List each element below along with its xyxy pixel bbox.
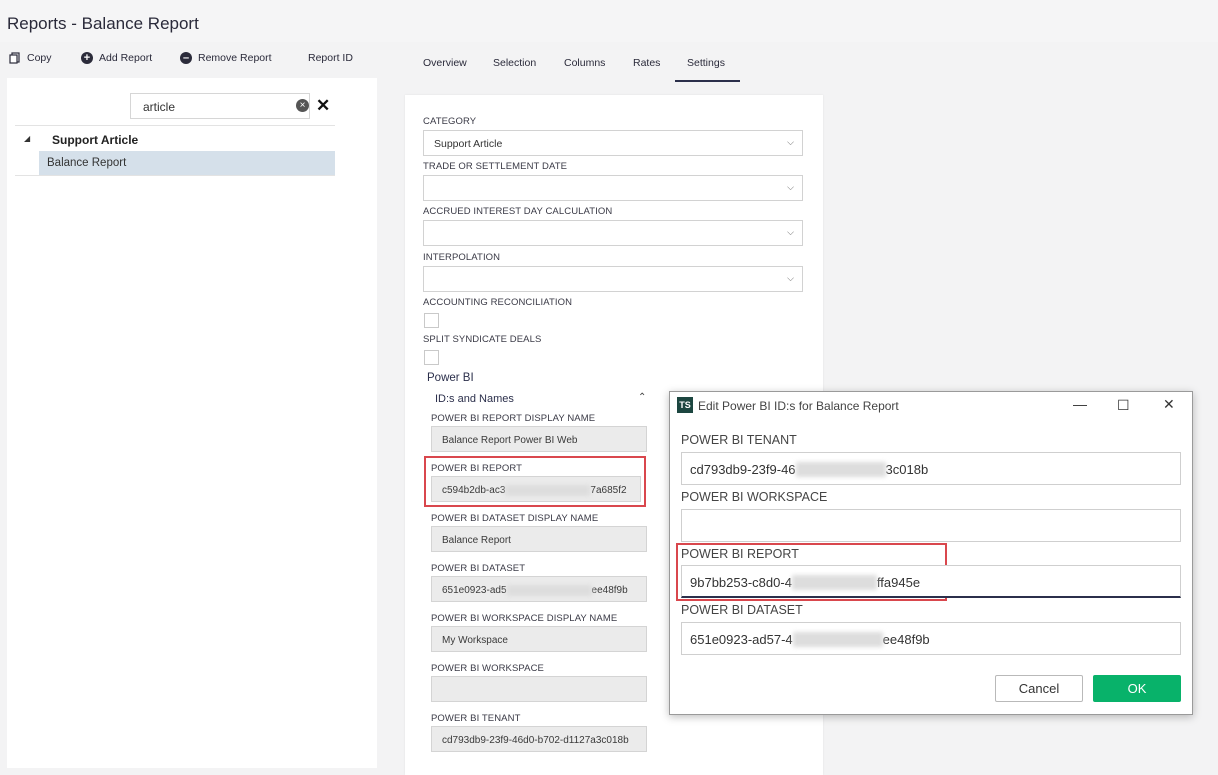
dataset-display-name-label: POWER BI DATASET DISPLAY NAME — [431, 513, 599, 524]
split-syndicate-label: SPLIT SYNDICATE DEALS — [423, 334, 542, 345]
dialog-tenant-label: POWER BI TENANT — [681, 433, 797, 447]
tenant-id-field: cd793db9-23f9-46d0-b702-d1127a3c018b — [431, 726, 647, 752]
tab-rates[interactable]: Rates — [633, 57, 660, 69]
dialog-dataset-end: ee48f9b — [882, 632, 930, 647]
report-tree-panel — [7, 78, 377, 768]
report-display-name-field: Balance Report Power BI Web — [431, 426, 647, 452]
add-report-label: Add Report — [99, 52, 153, 64]
dialog-report-label: POWER BI REPORT — [681, 547, 799, 561]
add-report-button[interactable]: + Add Report — [81, 52, 152, 64]
dialog-dataset-label: POWER BI DATASET — [681, 603, 803, 617]
minus-icon: – — [180, 52, 192, 64]
dialog-dataset-input[interactable]: 651e0923-ad57-4xxxxxxxxee48f9b — [681, 622, 1181, 655]
divider — [15, 125, 335, 126]
copy-icon — [9, 52, 20, 64]
dialog-tenant-input[interactable]: cd793db9-23f9-46xxxxxxxx3c018b — [681, 452, 1181, 485]
close-icon[interactable]: ✕ — [1163, 396, 1175, 413]
cancel-button[interactable]: Cancel — [995, 675, 1083, 702]
active-tab-indicator — [675, 80, 740, 82]
dataset-id-end: ee48f9b — [591, 585, 628, 596]
app-logo: TS — [677, 397, 693, 413]
chevron-up-icon[interactable]: ⌃ — [638, 392, 646, 403]
dialog-report-input[interactable]: 9b7bb253-c8d0-4xxxxxxxxffa945e — [681, 565, 1181, 598]
dialog-workspace-label: POWER BI WORKSPACE — [681, 490, 828, 504]
report-id-start: c594b2db-ac3 — [442, 485, 506, 496]
dialog-tenant-end: 3c018b — [885, 462, 929, 477]
tab-overview[interactable]: Overview — [423, 57, 467, 69]
powerbi-section-header: Power BI — [427, 372, 474, 384]
dataset-id-label: POWER BI DATASET — [431, 563, 526, 574]
trade-date-label: TRADE OR SETTLEMENT DATE — [423, 161, 568, 172]
search-box — [130, 93, 310, 119]
report-id-field-label: POWER BI REPORT — [431, 463, 523, 474]
accrued-interest-select[interactable]: ⌵ — [423, 220, 803, 246]
report-id-field: c594b2db-ac3xxxxxxxx7a685f2 — [431, 476, 641, 502]
dialog-dataset-start: 651e0923-ad57-4 — [690, 632, 793, 647]
collapse-arrow-icon[interactable]: ◢ — [24, 134, 30, 143]
category-value: Support Article — [434, 138, 503, 150]
remove-report-label: Remove Report — [198, 52, 272, 64]
chevron-down-icon: ⌵ — [787, 137, 794, 147]
close-search-icon[interactable]: ✕ — [316, 96, 330, 116]
dialog-tenant-start: cd793db9-23f9-46 — [690, 462, 796, 477]
tenant-id-label: POWER BI TENANT — [431, 713, 521, 724]
chevron-down-icon: ⌵ — [787, 273, 794, 283]
category-label: CATEGORY — [423, 116, 477, 127]
accounting-reconciliation-checkbox[interactable] — [424, 313, 439, 328]
dialog-report-start: 9b7bb253-c8d0-4 — [690, 575, 792, 590]
trade-date-select[interactable]: ⌵ — [423, 175, 803, 201]
workspace-id-label: POWER BI WORKSPACE — [431, 663, 544, 674]
workspace-id-field — [431, 676, 647, 702]
dataset-id-start: 651e0923-ad5 — [442, 585, 507, 596]
copy-label: Copy — [27, 52, 52, 64]
chevron-down-icon: ⌵ — [787, 227, 794, 237]
chevron-down-icon: ⌵ — [787, 182, 794, 192]
report-id-button[interactable]: Report ID — [308, 52, 353, 64]
accounting-reconciliation-label: ACCOUNTING RECONCILIATION — [423, 297, 573, 308]
category-select[interactable]: Support Article ⌵ — [423, 130, 803, 156]
clear-search-icon[interactable]: × — [296, 99, 309, 112]
interpolation-label: INTERPOLATION — [423, 252, 501, 263]
dialog-report-end: ffa945e — [876, 575, 921, 590]
maximize-icon[interactable]: ☐ — [1117, 397, 1130, 414]
accrued-interest-label: ACCRUED INTEREST DAY CALCULATION — [423, 206, 613, 217]
tree-item-label: Balance Report — [47, 157, 127, 169]
tree-group-label: Support Article — [52, 133, 139, 147]
minimize-icon[interactable]: — — [1073, 396, 1087, 412]
divider — [15, 175, 335, 176]
tab-selection[interactable]: Selection — [493, 57, 536, 69]
plus-icon: + — [81, 52, 93, 64]
report-id-label: Report ID — [308, 52, 353, 64]
workspace-display-name-field: My Workspace — [431, 626, 647, 652]
dataset-display-name-field: Balance Report — [431, 526, 647, 552]
workspace-display-name-label: POWER BI WORKSPACE DISPLAY NAME — [431, 613, 618, 624]
remove-report-button[interactable]: – Remove Report — [180, 52, 272, 64]
report-id-end: 7a685f2 — [590, 485, 627, 496]
ids-names-header[interactable]: ID:s and Names — [435, 393, 514, 405]
dialog-title: Edit Power BI ID:s for Balance Report — [698, 399, 899, 413]
interpolation-select[interactable]: ⌵ — [423, 266, 803, 292]
ok-button[interactable]: OK — [1093, 675, 1181, 702]
report-display-name-label: POWER BI REPORT DISPLAY NAME — [431, 413, 596, 424]
search-input[interactable] — [141, 95, 285, 119]
dataset-id-field: 651e0923-ad5xxxxxxxxee48f9b — [431, 576, 647, 602]
copy-button[interactable]: Copy — [9, 52, 52, 64]
page-title: Reports - Balance Report — [7, 14, 199, 33]
tab-settings[interactable]: Settings — [687, 57, 725, 69]
split-syndicate-checkbox[interactable] — [424, 350, 439, 365]
tab-columns[interactable]: Columns — [564, 57, 605, 69]
dialog-workspace-input[interactable] — [681, 509, 1181, 542]
